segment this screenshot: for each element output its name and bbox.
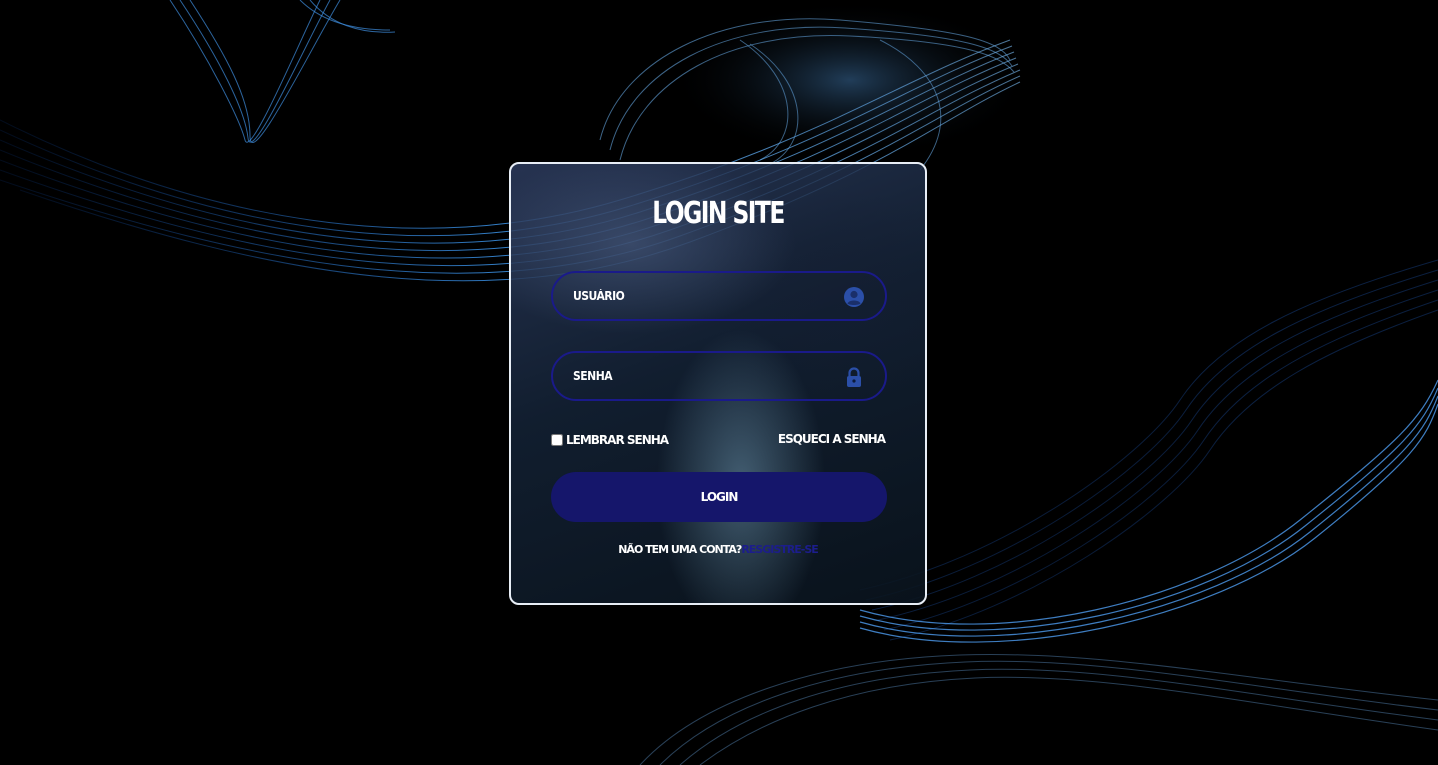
forgot-password-link[interactable]: ESQUECI A SENHA bbox=[778, 432, 886, 446]
page-title: LOGIN SITE bbox=[652, 196, 785, 231]
remember-checkbox[interactable] bbox=[551, 434, 563, 446]
register-link[interactable]: RESGISTRE-SE bbox=[741, 543, 818, 556]
lock-icon bbox=[843, 366, 865, 388]
login-card: LOGIN SITE LEMBRAR SENHA ESQUECI A SENHA… bbox=[509, 162, 927, 605]
username-field-wrapper bbox=[551, 271, 887, 321]
remember-label: LEMBRAR SENHA bbox=[566, 433, 669, 447]
user-circle-icon bbox=[843, 286, 865, 308]
register-prompt: NÃO TEM UMA CONTA?RESGISTRE-SE bbox=[511, 543, 925, 556]
password-input[interactable] bbox=[553, 353, 885, 399]
username-input[interactable] bbox=[553, 273, 885, 319]
remember-password: LEMBRAR SENHA bbox=[551, 432, 669, 448]
login-button[interactable]: LOGIN bbox=[551, 472, 887, 522]
password-field-wrapper bbox=[551, 351, 887, 401]
no-account-text: NÃO TEM UMA CONTA? bbox=[618, 543, 742, 556]
